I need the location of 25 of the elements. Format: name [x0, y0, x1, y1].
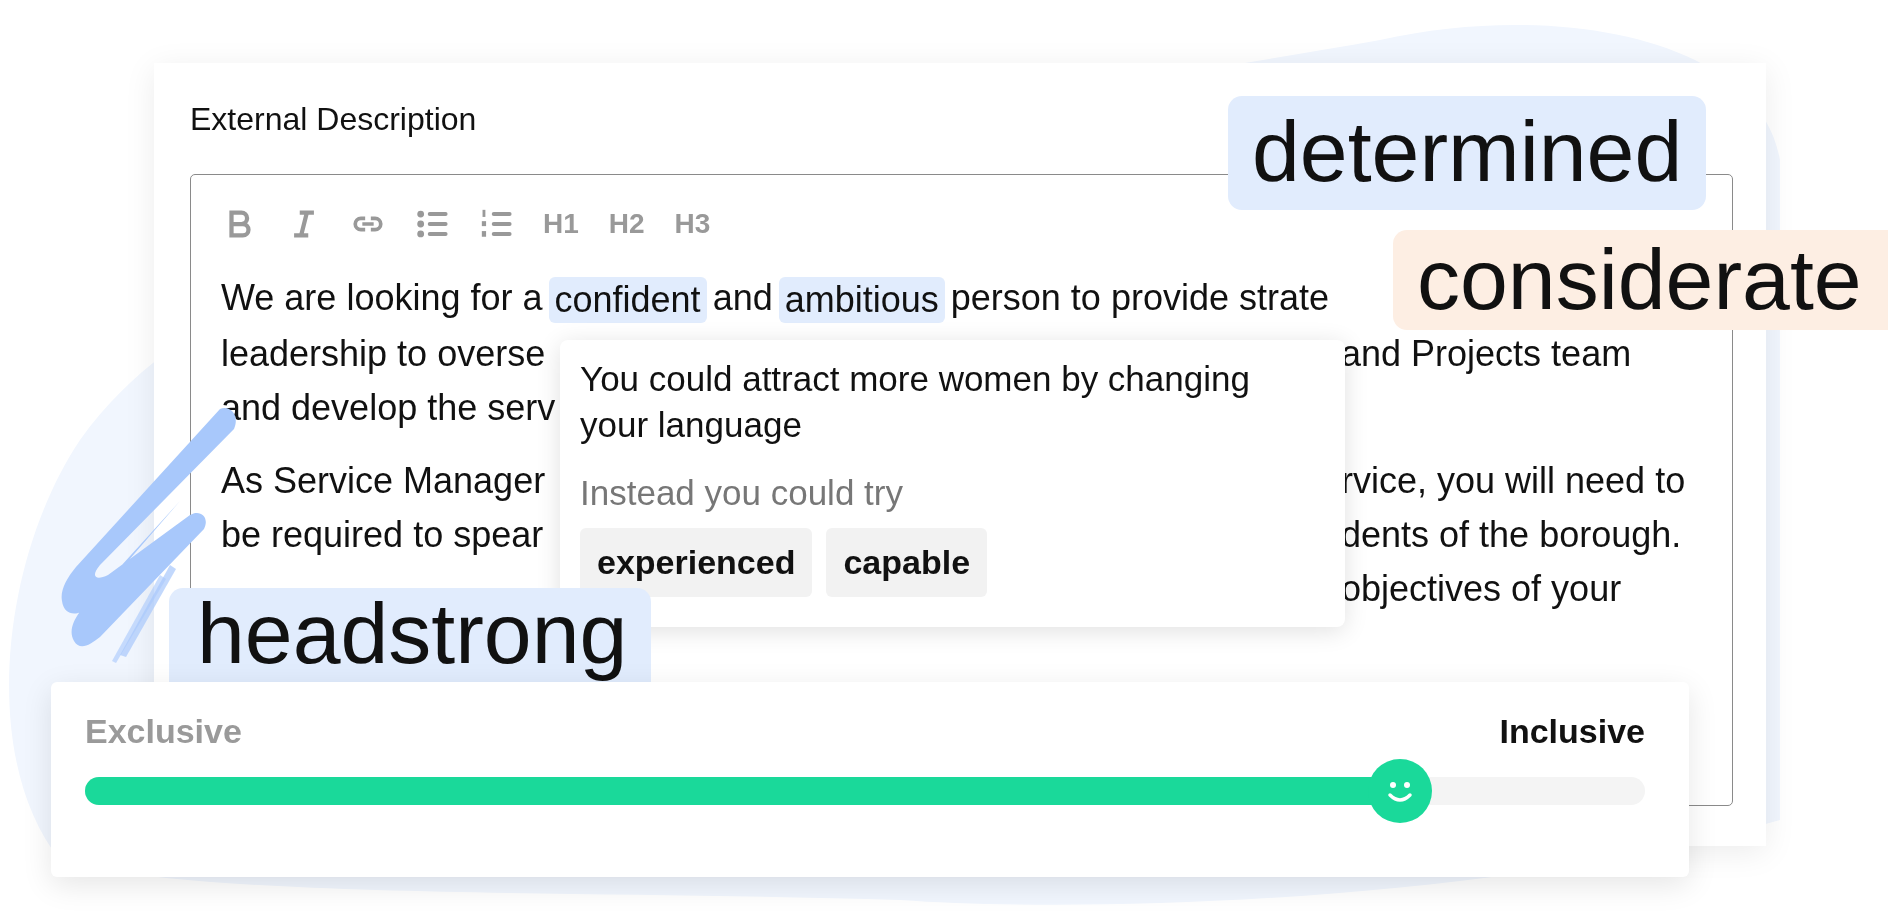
text-line: rvice, you will need to: [1341, 460, 1686, 502]
heading-button[interactable]: H2: [608, 208, 645, 240]
suggestion-message: You could attract more women by changing your language: [580, 358, 1251, 446]
suggestion-chip[interactable]: capable: [826, 528, 988, 597]
text-line: We are looking for a: [221, 277, 543, 320]
text-line: and: [712, 277, 773, 320]
suggestion-chip[interactable]: experienced: [580, 528, 813, 597]
highlighted-word: confident: [548, 277, 707, 323]
text-line: and Projects team: [1341, 333, 1632, 375]
text-line: be required to spear: [221, 514, 544, 556]
text-line: dents of the borough.: [1341, 514, 1682, 556]
text-line: leadership to overse: [221, 333, 546, 375]
text-line: objectives of your: [1341, 568, 1622, 610]
word-tag: considerate: [1393, 230, 1888, 330]
field-label: External Description: [190, 101, 478, 138]
text-line: As Service Manager: [221, 460, 546, 502]
smiley-slider-thumb[interactable]: [1368, 759, 1433, 823]
highlighted-word: ambitious: [778, 277, 945, 323]
word-tag: determined: [1228, 96, 1707, 210]
scale-label: Inclusive: [1499, 712, 1645, 751]
heading-button[interactable]: H3: [674, 208, 711, 240]
scale-label: Exclusive: [85, 712, 242, 751]
heading-button[interactable]: H1: [543, 208, 579, 240]
text-line: person to provide strate: [950, 277, 1329, 320]
suggestion-hint: Instead you could try: [580, 472, 904, 514]
